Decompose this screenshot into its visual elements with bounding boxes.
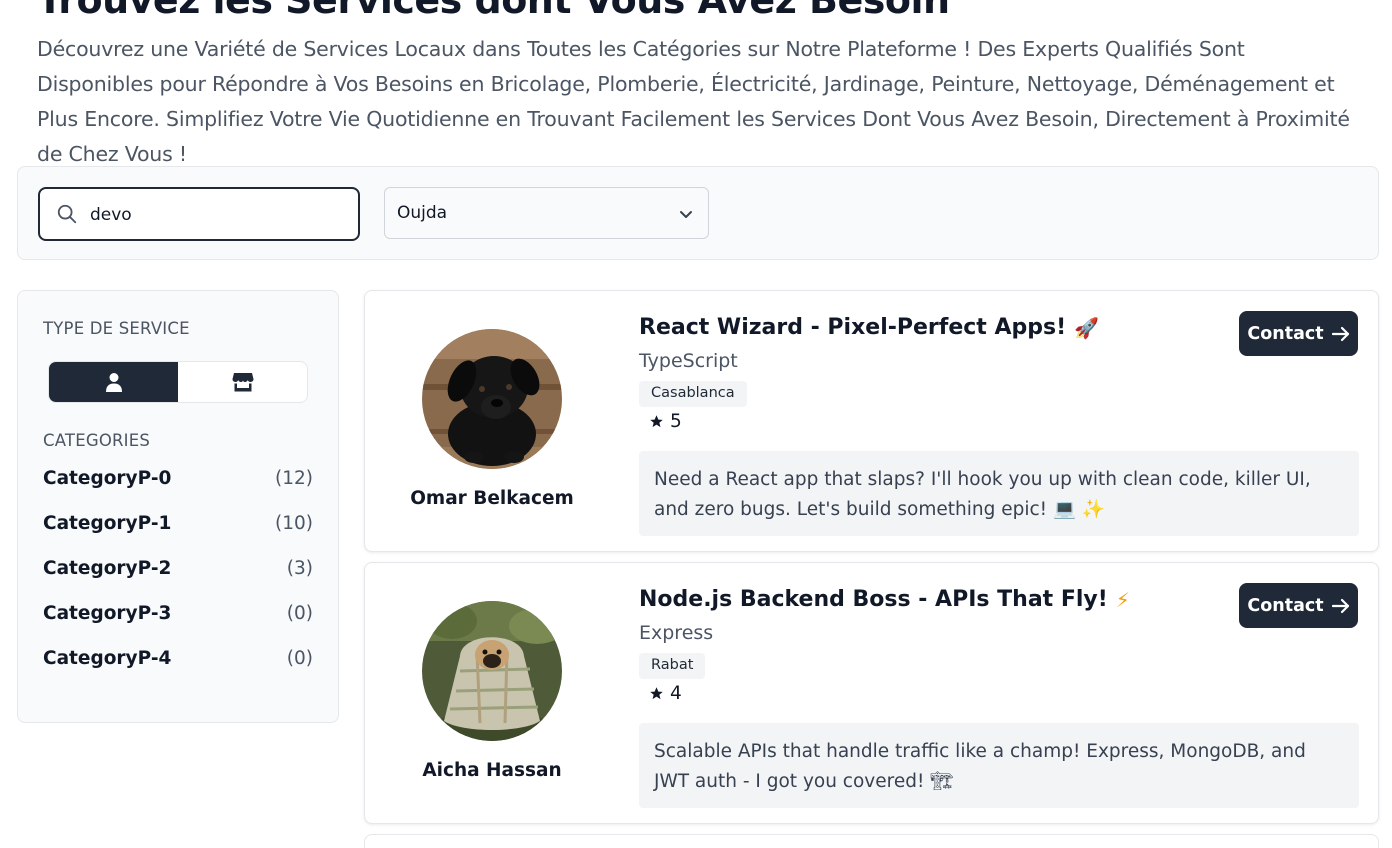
category-name: CategoryP-2 [43,558,172,579]
service-type-store-button[interactable] [178,362,307,402]
lightning-icon: ⚡ [1115,587,1130,612]
dog-photo-image [422,329,562,469]
service-description: Need a React app that slaps? I'll hook y… [639,451,1359,536]
contact-button-label: Contact [1247,323,1324,344]
search-box[interactable] [38,187,360,241]
star-icon [650,415,663,428]
search-icon [57,204,77,224]
service-type-heading: TYPE DE SERVICE [43,319,190,338]
rating: 5 [649,411,682,432]
category-count: (0) [286,648,313,669]
rocket-icon: 🚀 [1074,315,1100,340]
category-item[interactable]: CategoryP-0 (12) [43,468,313,513]
city-badge: Rabat [639,653,706,679]
service-title-text: React Wizard - Pixel-Perfect Apps! [639,315,1067,340]
service-title[interactable]: React Wizard - Pixel-Perfect Apps! 🚀 [639,315,1099,340]
service-subtitle: Express [639,622,714,644]
city-select[interactable]: Oujda [384,187,709,239]
provider-name: Omar Belkacem [410,488,574,509]
star-icon [650,687,663,700]
category-item[interactable]: CategoryP-3 (0) [43,603,313,648]
category-count: (3) [286,558,313,579]
category-count: (12) [275,468,313,489]
category-item[interactable]: CategoryP-4 (0) [43,648,313,693]
category-name: CategoryP-0 [43,468,172,489]
service-card: Omar Belkacem React Wizard - Pixel-Perfe… [364,290,1379,552]
rating-value: 5 [670,411,682,432]
store-icon [232,373,253,392]
service-title-text: Node.js Backend Boss - APIs That Fly! [639,587,1108,612]
category-count: (10) [275,513,313,534]
categories-heading: CATEGORIES [43,431,151,450]
provider-name: Aicha Hassan [422,760,562,781]
provider-avatar[interactable] [422,601,562,741]
page-intro: Découvrez une Variété de Services Locaux… [37,37,1350,166]
category-name: CategoryP-1 [43,513,172,534]
service-title[interactable]: Node.js Backend Boss - APIs That Fly! ⚡ [639,587,1130,612]
rating: 4 [649,683,682,704]
category-item[interactable]: CategoryP-1 (10) [43,513,313,558]
service-type-toggle [48,361,308,403]
category-name: CategoryP-4 [43,648,172,669]
pug-photo-image [422,601,562,741]
contact-button-label: Contact [1247,595,1324,616]
service-description: Scalable APIs that handle traffic like a… [639,723,1359,808]
page-title: Trouvez les Services dont Vous Avez Beso… [37,0,950,22]
category-item[interactable]: CategoryP-2 (3) [43,558,313,603]
contact-button[interactable]: Contact [1239,311,1358,356]
category-name: CategoryP-3 [43,603,172,624]
category-list: CategoryP-0 (12) CategoryP-1 (10) Catego… [43,468,313,693]
chevron-down-icon [680,211,692,218]
service-card-partial [364,834,1379,848]
city-select-value: Oujda [397,203,448,223]
arrow-right-icon [1331,326,1349,341]
service-subtitle: TypeScript [639,350,738,372]
provider-avatar[interactable] [422,329,562,469]
service-type-person-button[interactable] [49,362,178,402]
city-badge: Casablanca [639,381,747,407]
service-card: Aicha Hassan Node.js Backend Boss - APIs… [364,562,1379,824]
search-filter-bar: Oujda [17,166,1379,260]
contact-button[interactable]: Contact [1239,583,1358,628]
search-input[interactable] [90,202,340,228]
rating-value: 4 [670,683,682,704]
category-count: (0) [286,603,313,624]
arrow-right-icon [1331,598,1349,613]
filter-sidebar: TYPE DE SERVICE CATEGORIES CategoryP-0 (… [17,290,339,723]
person-icon [105,373,122,392]
